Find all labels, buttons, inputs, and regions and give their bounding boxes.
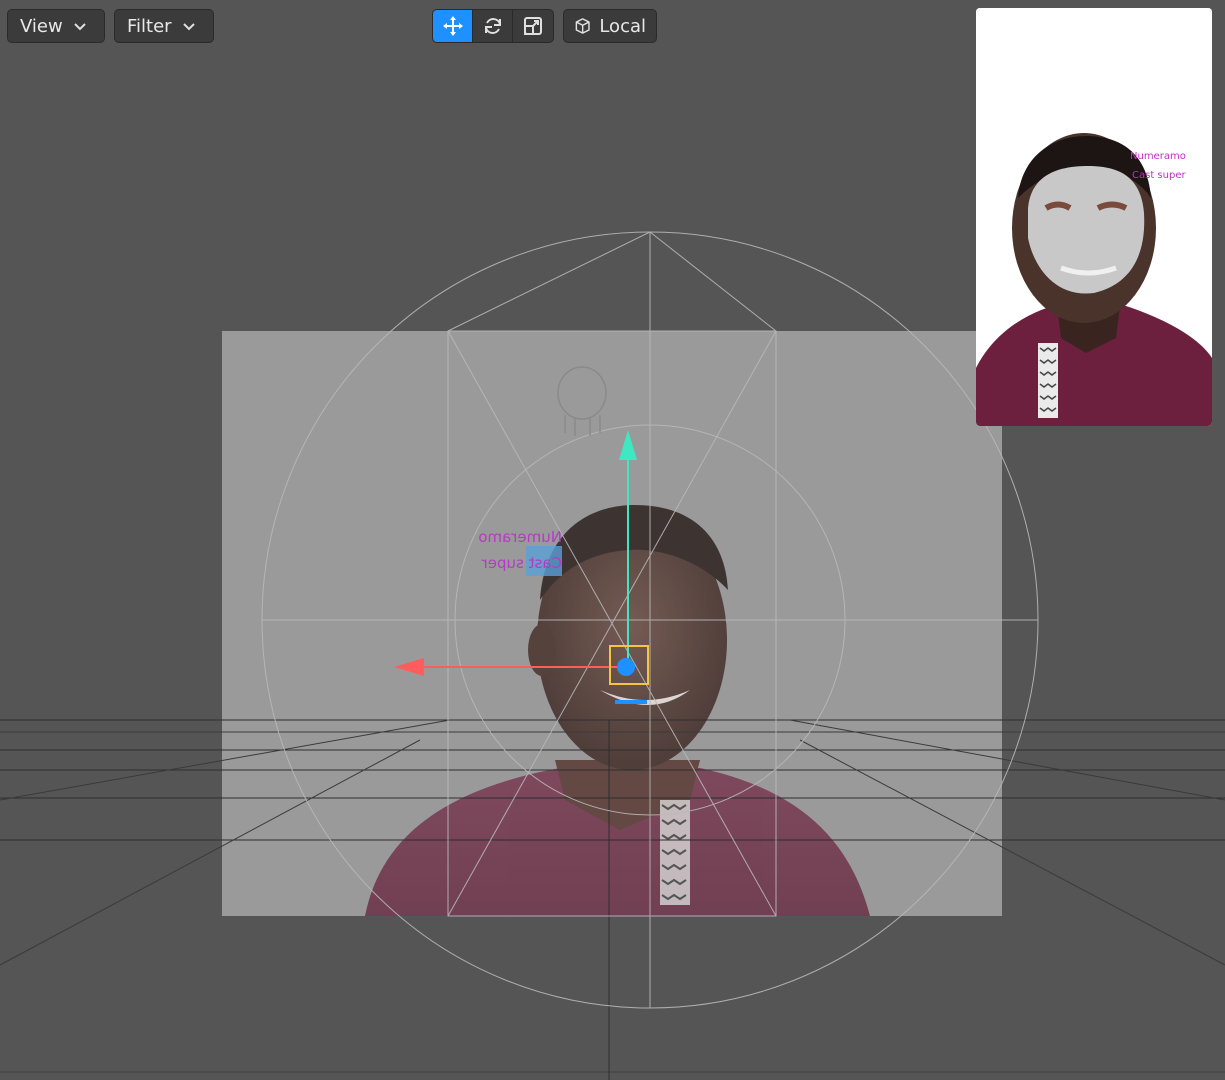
transform-mode-group[interactable] xyxy=(432,9,554,43)
gizmo-center-handle[interactable] xyxy=(617,658,635,676)
scale-icon xyxy=(523,17,542,35)
move-icon xyxy=(442,16,463,36)
camera-preview-panel: Numeramo Cast super xyxy=(976,8,1212,426)
rotate-tool-button[interactable] xyxy=(473,10,513,42)
preview-text-line2: Cast super xyxy=(1132,170,1186,181)
cube-icon xyxy=(575,18,590,34)
space-toggle-label: Local xyxy=(599,15,646,37)
move-tool-button[interactable] xyxy=(433,10,473,42)
noise-pattern xyxy=(660,800,690,905)
filter-dropdown-label: Filter xyxy=(127,15,172,37)
preview-image: Numeramo Cast super xyxy=(976,8,1212,426)
scale-tool-button[interactable] xyxy=(513,10,552,42)
view-dropdown[interactable]: View xyxy=(7,9,105,43)
mirrored-text-line2: Cast super xyxy=(481,554,562,572)
preview-text-line1: Numeramo xyxy=(1130,151,1186,162)
view-dropdown-label: View xyxy=(20,15,63,37)
filter-dropdown[interactable]: Filter xyxy=(114,9,214,43)
mirrored-text-line1: Numeramo xyxy=(478,528,562,546)
chevron-down-icon xyxy=(74,23,86,31)
chevron-down-icon xyxy=(182,23,195,31)
space-toggle-button[interactable]: Local xyxy=(563,9,657,43)
rotate-icon xyxy=(484,18,501,34)
